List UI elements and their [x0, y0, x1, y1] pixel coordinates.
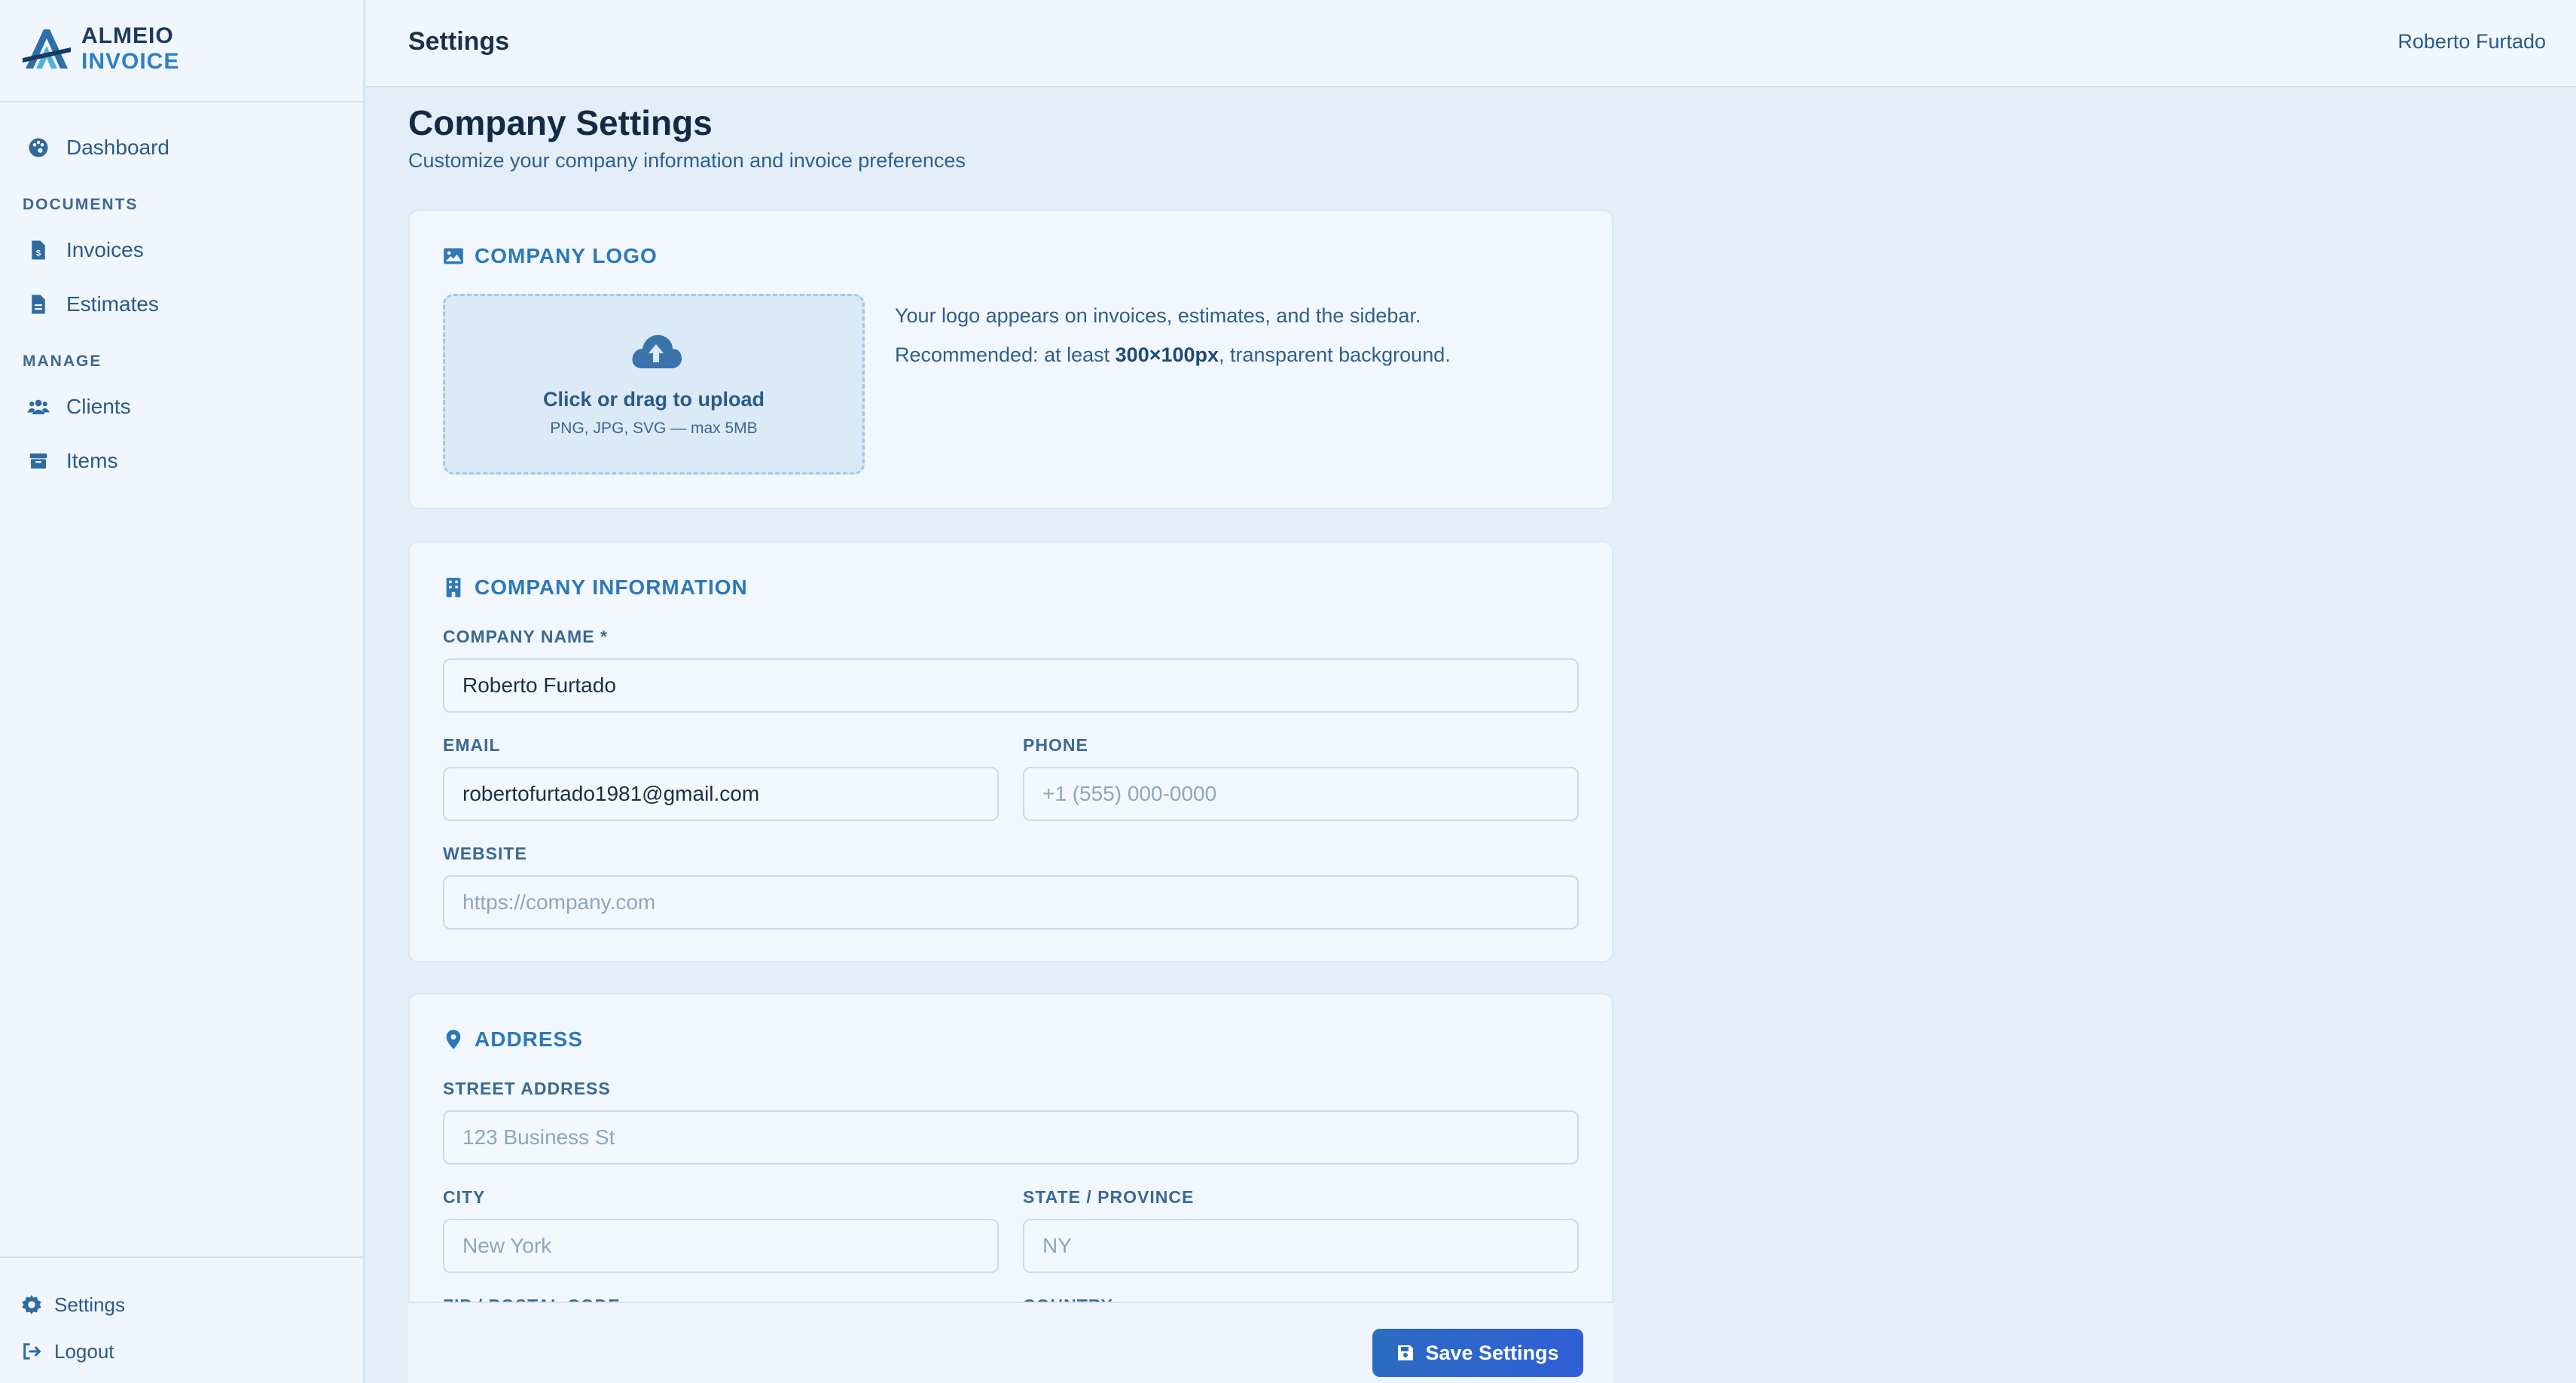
city-input[interactable] [443, 1219, 999, 1273]
brand-name-line1: ALMEIO [81, 23, 174, 48]
gear-icon [22, 1295, 41, 1314]
sidebar-item-items[interactable]: Items [27, 444, 118, 478]
company-name-input[interactable] [443, 658, 1579, 713]
brand-logo[interactable]: ALMEIO INVOICE [21, 23, 179, 75]
logo-info-suffix: , transparent background. [1219, 343, 1451, 366]
company-logo-heading: COMPANY LOGO [443, 244, 658, 268]
palette-icon [29, 138, 48, 157]
sidebar-settings-link[interactable]: Settings [21, 1290, 125, 1320]
upload-title: Click or drag to upload [542, 388, 765, 411]
city-label: CITY [443, 1187, 486, 1207]
sidebar-item-estimates[interactable]: Estimates [27, 288, 159, 321]
save-settings-button[interactable]: Save Settings [1372, 1329, 1583, 1377]
upload-hint: PNG, JPG, SVG — max 5MB [550, 420, 758, 437]
logo-info-prefix: Recommended: at least [895, 343, 1116, 366]
sidebar: ALMEIO INVOICE Dashboard DOCUMENTS $ Inv… [0, 0, 365, 1383]
email-label: EMAIL [443, 735, 501, 755]
street-address-label: STREET ADDRESS [443, 1079, 611, 1098]
card-heading-label: ADDRESS [475, 1027, 583, 1051]
website-label: WEBSITE [443, 844, 527, 863]
bottom-action-bar: Save Settings [408, 1302, 1613, 1383]
sidebar-item-label: Dashboard [66, 136, 169, 159]
logo-upload-dropzone[interactable]: Click or drag to upload PNG, JPG, SVG — … [443, 294, 865, 475]
card-heading-label: COMPANY INFORMATION [475, 575, 748, 599]
logout-label: Logout [54, 1339, 114, 1363]
save-settings-label: Save Settings [1425, 1341, 1559, 1364]
email-input[interactable] [443, 767, 999, 821]
almeio-logo-icon [23, 29, 71, 69]
cloud-upload-icon [632, 334, 682, 368]
sidebar-logout-link[interactable]: Logout [21, 1336, 114, 1366]
sidebar-footer-divider [0, 1256, 365, 1258]
state-label: STATE / PROVINCE [1023, 1187, 1195, 1207]
users-icon [27, 399, 50, 414]
settings-label: Settings [54, 1293, 125, 1316]
company-information-card: COMPANY INFORMATION COMPANY NAME * EMAIL… [408, 541, 1613, 963]
logo-info-line1: Your logo appears on invoices, estimates… [895, 304, 1421, 327]
card-heading-label: COMPANY LOGO [475, 244, 658, 267]
website-input[interactable] [443, 875, 1579, 930]
sidebar-divider [0, 101, 365, 102]
image-icon [444, 248, 463, 264]
company-information-heading: COMPANY INFORMATION [443, 575, 748, 600]
logo-size-recommendation: 300×100px [1115, 343, 1219, 366]
top-bar: Settings Roberto Furtado [366, 0, 2576, 87]
sidebar-item-label: Items [66, 449, 118, 472]
topbar-title: Settings [408, 27, 510, 56]
sidebar-item-label: Estimates [66, 292, 159, 316]
user-name[interactable]: Roberto Furtado [2397, 30, 2546, 53]
page-subtitle: Customize your company information and i… [408, 149, 966, 172]
building-icon [446, 578, 461, 597]
sidebar-item-label: Clients [66, 395, 131, 418]
phone-label: PHONE [1023, 735, 1088, 755]
nav-section-manage: MANAGE [23, 353, 102, 370]
state-input[interactable] [1023, 1219, 1579, 1273]
phone-input[interactable] [1023, 767, 1579, 821]
brand-name-line2: INVOICE [81, 49, 180, 74]
company-logo-card: COMPANY LOGO Click or drag to upload PNG… [408, 209, 1613, 509]
nav-section-documents: DOCUMENTS [23, 196, 139, 213]
invoice-file-icon: $ [32, 240, 45, 260]
sidebar-item-invoices[interactable]: $ Invoices [27, 234, 144, 267]
map-pin-icon [446, 1030, 461, 1049]
svg-text:$: $ [36, 249, 41, 258]
page-title: Company Settings [408, 103, 713, 142]
sidebar-item-clients[interactable]: Clients [27, 390, 131, 423]
sidebar-item-label: Invoices [66, 238, 144, 261]
address-heading: ADDRESS [443, 1027, 583, 1052]
logout-icon [23, 1343, 41, 1360]
sidebar-item-dashboard[interactable]: Dashboard [27, 131, 169, 164]
street-address-input[interactable] [443, 1110, 1579, 1165]
box-icon [29, 453, 47, 469]
save-icon [1398, 1345, 1414, 1360]
company-name-label: COMPANY NAME * [443, 627, 608, 646]
logo-info-line2: Recommended: at least 300×100px, transpa… [895, 343, 1451, 367]
file-icon [32, 295, 45, 314]
